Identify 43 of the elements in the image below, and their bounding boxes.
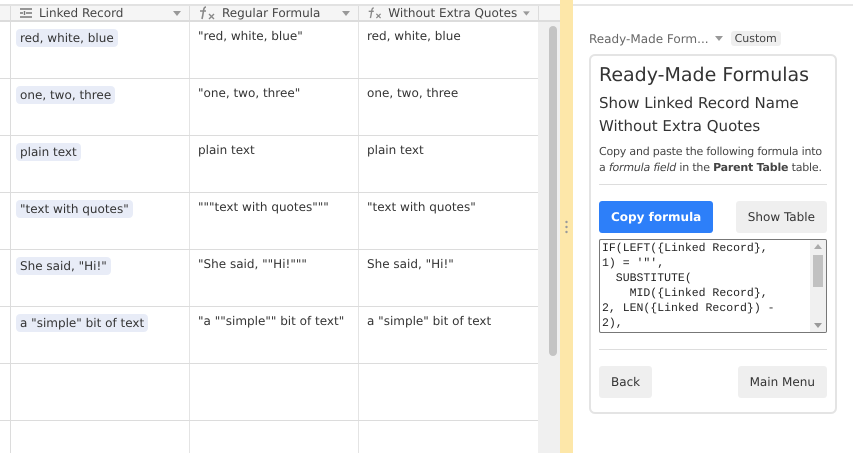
- cell-text: "one, two, three": [197, 86, 300, 100]
- custom-badge: Custom: [730, 31, 781, 46]
- main-menu-button[interactable]: Main Menu: [738, 366, 827, 398]
- formula-field[interactable]: IF(LEFT({Linked Record}, 1) = '"', SUBSTITUTE( MID({Linked Record}, 2, LEN({Linked Record}) - 2),: [599, 239, 827, 333]
- cell-text: She said, "Hi!": [366, 257, 454, 271]
- scrollbar-thumb[interactable]: [813, 255, 823, 287]
- back-button[interactable]: Back: [599, 366, 652, 398]
- column-header[interactable]: Linked Record: [11, 6, 190, 20]
- cell-text: plain text: [197, 143, 255, 157]
- scrollbar-thumb[interactable]: [549, 26, 557, 356]
- cell-text: a "simple" bit of text: [366, 314, 492, 328]
- cell-text: "a ""simple"" bit of text": [197, 314, 344, 328]
- cell-text: """text with quotes""": [197, 200, 329, 214]
- caret-icon: [714, 36, 723, 41]
- cell-text: red, white, blue: [366, 29, 461, 43]
- formula-icon: [367, 6, 382, 20]
- cell-text: plain text: [366, 143, 424, 157]
- panel-title: Ready-Made Formulas: [599, 64, 810, 86]
- caret-icon[interactable]: [173, 10, 181, 16]
- instructions-text: Copy and paste the following formula into a formula field in the Parent Table table.: [599, 144, 823, 176]
- record-chip: one, two, three: [16, 86, 116, 104]
- cell-text: "red, white, blue": [197, 29, 303, 43]
- record-chip: red, white, blue: [16, 29, 118, 47]
- copy-formula-button[interactable]: Copy formula: [599, 201, 714, 233]
- cell-text: "text with quotes": [366, 200, 476, 214]
- show-table-button[interactable]: Show Table: [736, 201, 827, 233]
- record-chip: a "simple" bit of text: [16, 314, 148, 332]
- scroll-up-icon[interactable]: [814, 244, 822, 249]
- column-header[interactable]: Without Extra Quotes: [359, 6, 539, 20]
- formula-title: Show Linked Record Name Without Extra Quotes: [599, 93, 800, 137]
- caret-icon[interactable]: [342, 10, 350, 16]
- cell-text: one, two, three: [366, 86, 458, 100]
- record-chip: She said, "Hi!": [16, 257, 111, 275]
- resize-handle[interactable]: [560, 0, 573, 453]
- scroll-down-icon[interactable]: [814, 323, 822, 328]
- caret-icon[interactable]: [523, 10, 530, 16]
- record-chip: plain text: [16, 143, 81, 161]
- formula-icon: [198, 6, 216, 20]
- column-header[interactable]: Regular Formula: [190, 6, 359, 20]
- record-chip: "text with quotes": [16, 200, 133, 218]
- cell-text: "She said, ""Hi!""": [197, 257, 307, 271]
- formula-selector[interactable]: Ready-Made Form...: [589, 32, 723, 46]
- lines-icon: [19, 7, 33, 19]
